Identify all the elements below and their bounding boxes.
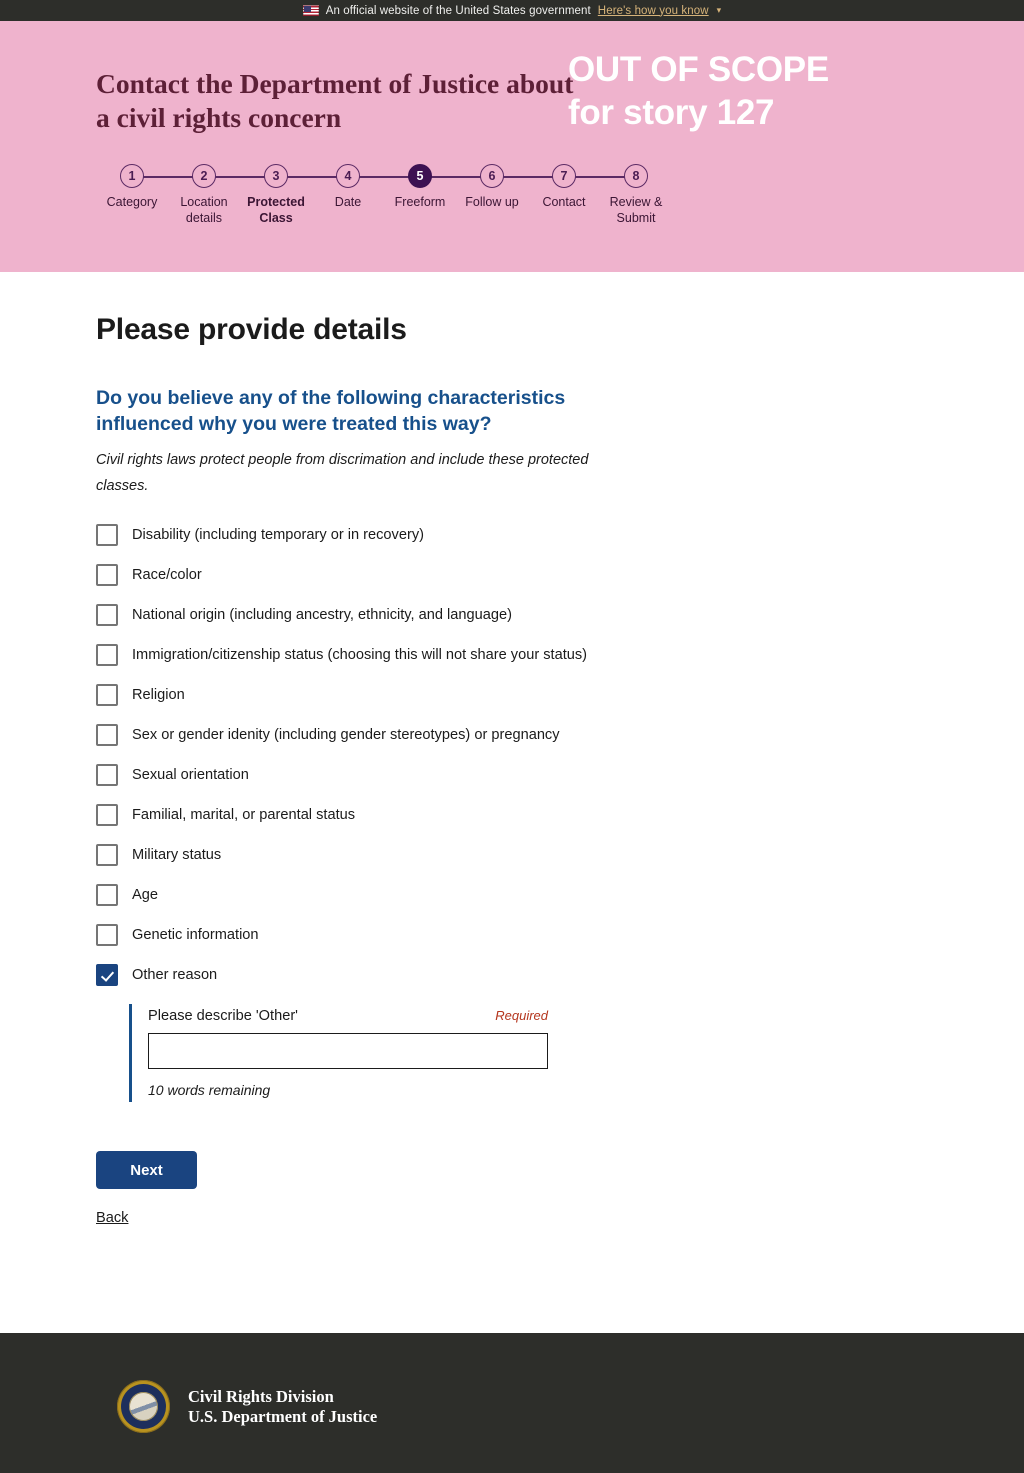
step-label: Category [106, 195, 158, 209]
back-link[interactable]: Back [96, 1210, 128, 1226]
main-content: Please provide details Do you believe an… [96, 272, 928, 1227]
checkbox-icon[interactable] [96, 844, 118, 866]
protected-class-checklist: Disability (including temporary or in re… [96, 524, 928, 986]
page-title: Please provide details [96, 313, 407, 346]
step-label: Review & Submit [609, 195, 663, 225]
step-4-date[interactable]: 4 Date [276, 164, 384, 226]
checkbox-icon[interactable] [96, 644, 118, 666]
site-header: Contact the Department of Justice about … [0, 21, 1024, 272]
step-1-category[interactable]: 1 Category [96, 164, 168, 226]
step-5-freeform[interactable]: 5 Freeform [348, 164, 456, 226]
checkbox-label: Race/color [132, 567, 202, 583]
checkbox-icon[interactable] [96, 804, 118, 826]
checkbox-checked-icon[interactable] [96, 964, 118, 986]
step-label: Follow up [465, 195, 519, 209]
step-3-protected-class[interactable]: 3 Protected Class [204, 164, 312, 226]
out-of-scope-overlay: OUT OF SCOPE for story 127 [568, 48, 829, 134]
checkbox-row-religion[interactable]: Religion [96, 684, 928, 706]
next-button[interactable]: Next [96, 1151, 197, 1189]
overlay-line-1: OUT OF SCOPE [568, 50, 829, 89]
heres-how-you-know-link[interactable]: Here's how you know [598, 5, 709, 17]
checkbox-icon[interactable] [96, 564, 118, 586]
checkbox-label: Age [132, 887, 158, 903]
step-label: Location details [180, 195, 228, 225]
step-2-location-details[interactable]: 2 Location details [132, 164, 240, 226]
footer-agency-name: Civil Rights Division U.S. Department of… [188, 1387, 377, 1427]
checkbox-label: Disability (including temporary or in re… [132, 527, 424, 543]
other-reason-subfield: Please describe 'Other' Required 10 word… [129, 1004, 549, 1102]
other-reason-input[interactable] [148, 1033, 548, 1069]
us-flag-icon [302, 5, 319, 16]
checkbox-label: National origin (including ancestry, eth… [132, 607, 512, 623]
checkbox-icon[interactable] [96, 604, 118, 626]
step-label: Date [334, 195, 362, 209]
checkbox-label: Other reason [132, 967, 218, 983]
checkbox-icon[interactable] [96, 924, 118, 946]
checkbox-row-familial-status[interactable]: Familial, marital, or parental status [96, 804, 928, 826]
other-reason-header: Please describe 'Other' Required [148, 1008, 548, 1024]
checkbox-label: Sex or gender idenity (including gender … [132, 727, 560, 743]
checkbox-label: Immigration/citizenship status (choosing… [132, 647, 588, 663]
site-footer: Civil Rights Division U.S. Department of… [0, 1333, 1024, 1473]
step-number: 6 [480, 164, 504, 188]
checkbox-row-age[interactable]: Age [96, 884, 928, 906]
checkbox-label: Familial, marital, or parental status [132, 807, 356, 823]
step-number: 1 [120, 164, 144, 188]
overlay-line-2: for story 127 [568, 93, 775, 132]
checkbox-label: Sexual orientation [132, 767, 249, 783]
checkbox-icon[interactable] [96, 884, 118, 906]
step-number: 5 [408, 164, 432, 188]
checkbox-icon[interactable] [96, 684, 118, 706]
step-number: 7 [552, 164, 576, 188]
checkbox-row-immigration-status[interactable]: Immigration/citizenship status (choosing… [96, 644, 928, 666]
required-badge: Required [495, 1008, 548, 1023]
footer-line-1: Civil Rights Division [188, 1386, 334, 1406]
step-7-contact[interactable]: 7 Contact [492, 164, 600, 226]
checkbox-row-disability[interactable]: Disability (including temporary or in re… [96, 524, 928, 546]
checkbox-icon[interactable] [96, 724, 118, 746]
question-heading: Do you believe any of the following char… [96, 387, 566, 435]
checkbox-row-race-color[interactable]: Race/color [96, 564, 928, 586]
checkbox-row-military-status[interactable]: Military status [96, 844, 928, 866]
step-indicator: 1 Category 2 Location details 3 Protecte… [96, 164, 672, 226]
checkbox-label: Religion [132, 687, 185, 703]
step-number: 8 [624, 164, 648, 188]
step-8-review-submit[interactable]: 8 Review & Submit [564, 164, 672, 226]
checkbox-row-other-reason[interactable]: Other reason [96, 964, 928, 986]
checkbox-row-sexual-orientation[interactable]: Sexual orientation [96, 764, 928, 786]
checkbox-icon[interactable] [96, 764, 118, 786]
step-number: 4 [336, 164, 360, 188]
question-hint: Civil rights laws protect people from di… [96, 452, 589, 494]
step-number: 2 [192, 164, 216, 188]
checkbox-row-genetic-information[interactable]: Genetic information [96, 924, 928, 946]
footer-line-2: U.S. Department of Justice [188, 1406, 378, 1426]
checkbox-row-national-origin[interactable]: National origin (including ancestry, eth… [96, 604, 928, 626]
checkbox-label: Military status [132, 847, 222, 863]
step-number: 3 [264, 164, 288, 188]
step-label: Protected Class [247, 195, 305, 225]
gov-banner: An official website of the United States… [0, 0, 1024, 21]
form-actions: Next Back [96, 1151, 928, 1227]
step-label: Contact [542, 195, 586, 209]
doj-seal-icon [117, 1380, 170, 1433]
site-title: Contact the Department of Justice about … [96, 68, 574, 133]
other-reason-label: Please describe 'Other' [148, 1008, 298, 1024]
step-label: Freeform [394, 195, 446, 209]
checkbox-label: Genetic information [132, 927, 259, 943]
chevron-down-icon[interactable]: ▾ [717, 5, 722, 16]
gov-banner-text: An official website of the United States… [325, 4, 591, 17]
words-remaining-counter: 10 words remaining [148, 1082, 271, 1098]
checkbox-icon[interactable] [96, 524, 118, 546]
step-6-follow-up[interactable]: 6 Follow up [420, 164, 528, 226]
checkbox-row-sex-gender-identity[interactable]: Sex or gender idenity (including gender … [96, 724, 928, 746]
